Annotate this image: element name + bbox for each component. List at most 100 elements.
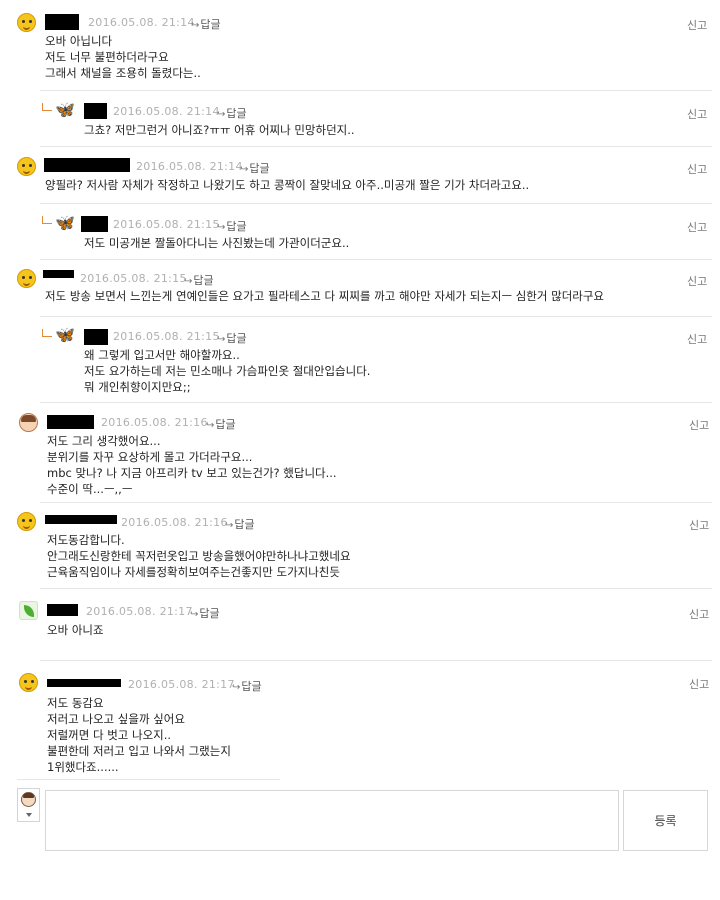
reply-arrow-icon: ↪	[190, 609, 199, 620]
redacted-username	[47, 415, 94, 429]
comment-item: 2016.05.08. 21:14 ↪답글 신고 양필라? 저사람 자체가 작정…	[0, 147, 720, 204]
comment-list: 2016.05.08. 21:14 ↪답글 신고 오바 아닙니다 저도 너무 불…	[0, 0, 720, 900]
redacted-username	[84, 329, 108, 345]
comment-timestamp: 2016.05.08. 21:15	[113, 330, 220, 343]
comment-timestamp: 2016.05.08. 21:16	[101, 416, 208, 429]
reply-link[interactable]: ↪답글	[240, 160, 270, 176]
yellow-smiley-avatar-icon	[19, 673, 38, 692]
reply-label: 답글	[226, 107, 247, 120]
yellow-smiley-avatar-icon	[17, 269, 36, 288]
comment-body: 저도동감합니다. 안그래도신랑한테 꼭저런옷입고 방송을했어야만하나냐고했네요 …	[47, 533, 351, 579]
reply-link[interactable]: ↪답글	[217, 330, 247, 346]
reply-arrow-icon: ↪	[225, 520, 234, 531]
redacted-username	[44, 158, 130, 172]
reply-link[interactable]: ↪답글	[184, 272, 214, 288]
redacted-username	[47, 604, 78, 616]
redacted-username	[47, 679, 121, 687]
reply-comment-item: 🦋 2016.05.08. 21:15 ↪답글 신고 저도 미공개본 짤돌아다니…	[0, 204, 720, 260]
report-link[interactable]: 신고	[687, 161, 707, 177]
redacted-username	[43, 270, 74, 278]
report-link[interactable]: 신고	[689, 606, 709, 622]
leaf-avatar-icon	[19, 601, 38, 620]
report-link[interactable]: 신고	[687, 106, 707, 122]
reply-indent-mark	[42, 103, 52, 111]
comment-item: 2016.05.08. 21:17 ↪답글 신고 오바 아니죠	[0, 589, 720, 661]
comment-divider	[17, 779, 280, 780]
comment-body: 저도 방송 보면서 느낀는게 연예인들은 요가고 필라테스고 다 찌찌를 까고 …	[45, 289, 605, 303]
reply-link[interactable]: ↪답글	[217, 218, 247, 234]
comment-item: 2016.05.08. 21:14 ↪답글 신고 오바 아닙니다 저도 너무 불…	[0, 0, 720, 91]
report-link[interactable]: 신고	[689, 517, 709, 533]
report-link[interactable]: 신고	[689, 676, 709, 692]
reply-arrow-icon: ↪	[184, 276, 193, 287]
reply-link[interactable]: ↪답글	[217, 105, 247, 121]
reply-comment-item: 🦋 2016.05.08. 21:15 ↪답글 신고 왜 그렇게 입고서만 해야…	[0, 317, 720, 403]
reply-label: 답글	[193, 274, 214, 287]
reply-label: 답글	[226, 220, 247, 233]
comment-body: 오바 아니죠	[47, 623, 104, 637]
report-link[interactable]: 신고	[687, 331, 707, 347]
redacted-username	[45, 14, 79, 30]
butterfly-avatar-icon: 🦋	[55, 325, 75, 344]
reply-label: 답글	[199, 607, 220, 620]
reply-label: 답글	[215, 418, 236, 431]
comment-body: 오바 아닙니다 저도 너무 불편하더라구요 그래서 채널을 조용히 돌렸다는..	[45, 34, 201, 80]
comment-timestamp: 2016.05.08. 21:14	[136, 160, 243, 173]
report-link[interactable]: 신고	[689, 417, 709, 433]
comment-input[interactable]	[45, 790, 619, 851]
comment-body: 저도 동감요 저러고 나오고 싶을까 싶어요 저럴꺼면 다 벗고 나오지.. 불…	[47, 696, 231, 774]
comment-body: 저도 그리 생각했어요... 분위기를 자꾸 요상하게 몰고 가더라구요... …	[47, 434, 337, 496]
comment-body: 왜 그렇게 입고서만 해야할까요.. 저도 요가하는데 저는 민소매나 가슴파인…	[84, 348, 371, 394]
redacted-username	[84, 103, 107, 119]
yellow-smiley-avatar-icon	[17, 157, 36, 176]
girl-avatar-icon	[19, 413, 38, 432]
report-link[interactable]: 신고	[687, 17, 707, 33]
reply-label: 답글	[241, 680, 262, 693]
redacted-username	[81, 216, 108, 232]
redacted-username	[45, 515, 117, 524]
comment-body: 저도 미공개본 짤돌아다니는 사진봤는데 가관이더군요..	[84, 236, 350, 250]
butterfly-avatar-icon: 🦋	[55, 213, 75, 232]
reply-label: 답글	[234, 518, 255, 531]
comment-timestamp: 2016.05.08. 21:14	[113, 105, 220, 118]
comment-timestamp: 2016.05.08. 21:15	[80, 272, 187, 285]
reply-arrow-icon: ↪	[217, 109, 226, 120]
comment-timestamp: 2016.05.08. 21:16	[121, 516, 228, 529]
comment-timestamp: 2016.05.08. 21:17	[86, 605, 193, 618]
yellow-smiley-avatar-icon	[17, 13, 36, 32]
reply-arrow-icon: ↪	[240, 164, 249, 175]
reply-arrow-icon: ↪	[232, 682, 241, 693]
user-avatar-icon	[21, 792, 36, 807]
report-link[interactable]: 신고	[687, 273, 707, 289]
comment-timestamp: 2016.05.08. 21:17	[128, 678, 235, 691]
reply-label: 답글	[200, 18, 221, 31]
comment-timestamp: 2016.05.08. 21:14	[88, 16, 195, 29]
reply-link[interactable]: ↪답글	[190, 605, 220, 621]
report-link[interactable]: 신고	[687, 219, 707, 235]
reply-label: 답글	[226, 332, 247, 345]
comment-item: 2016.05.08. 21:15 ↪답글 신고 저도 방송 보면서 느낀는게 …	[0, 260, 720, 317]
comment-body: 그쵸? 저만그런거 아니죠?ㅠㅠ 어휴 어찌나 민망하던지..	[84, 123, 355, 137]
reply-label: 답글	[249, 162, 270, 175]
reply-arrow-icon: ↪	[191, 20, 200, 31]
reply-link[interactable]: ↪답글	[206, 416, 236, 432]
composer-avatar-selector[interactable]	[17, 788, 40, 822]
reply-link[interactable]: ↪답글	[232, 678, 262, 694]
reply-arrow-icon: ↪	[206, 420, 215, 431]
reply-arrow-icon: ↪	[217, 334, 226, 345]
butterfly-avatar-icon: 🦋	[55, 100, 75, 119]
dropdown-caret-icon	[26, 813, 32, 817]
reply-comment-item: 🦋 2016.05.08. 21:14 ↪답글 신고 그쵸? 저만그런거 아니죠…	[0, 91, 720, 147]
reply-indent-mark	[42, 329, 52, 337]
reply-link[interactable]: ↪답글	[191, 16, 221, 32]
submit-comment-button[interactable]: 등록	[623, 790, 708, 851]
reply-arrow-icon: ↪	[217, 222, 226, 233]
comment-item: 2016.05.08. 21:16 ↪답글 신고 저도동감합니다. 안그래도신랑…	[0, 503, 720, 589]
comment-body: 양필라? 저사람 자체가 작정하고 나왔기도 하고 콩짝이 잘맞네요 아주..미…	[45, 178, 530, 192]
comment-timestamp: 2016.05.08. 21:15	[113, 218, 220, 231]
comment-item: 2016.05.08. 21:16 ↪답글 신고 저도 그리 생각했어요... …	[0, 403, 720, 503]
reply-indent-mark	[42, 216, 52, 224]
yellow-smiley-avatar-icon	[17, 512, 36, 531]
reply-link[interactable]: ↪답글	[225, 516, 255, 532]
comment-item: 2016.05.08. 21:17 ↪답글 신고 저도 동감요 저러고 나오고 …	[0, 661, 720, 780]
